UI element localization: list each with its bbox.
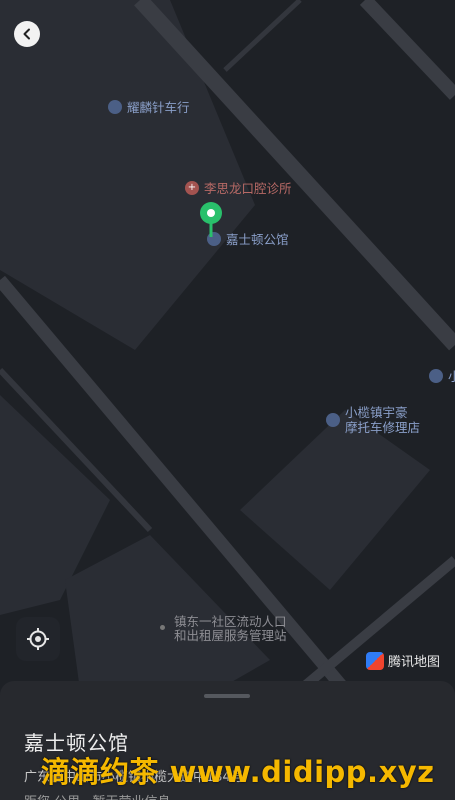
poi-label: 嘉士顿公馆: [226, 232, 289, 247]
poi-label: 耀麟针车行: [127, 100, 190, 115]
poi-label-line2: 摩托车修理店: [345, 420, 421, 435]
poi-label: 小: [448, 369, 455, 384]
car-repair-icon: [326, 413, 340, 427]
poi-label: 小榄镇宇豪 摩托车修理店: [345, 405, 420, 435]
poi-label-line1: 镇东一社区流动人口: [174, 614, 287, 629]
attribution-text: 腾讯地图: [388, 655, 441, 670]
poi-service-station[interactable]: 镇东一社区流动人口 和出租屋服务管理站: [160, 615, 287, 643]
map-attribution: 腾讯地图: [366, 651, 440, 670]
map-screen: 耀麟针车行 + 李思龙口腔诊所 嘉士顿公馆 小榄镇宇豪 摩托车修理店 镇东一社区…: [0, 0, 455, 800]
back-button[interactable]: [14, 21, 40, 47]
poi-edge[interactable]: 小: [429, 369, 455, 384]
watermark-text: 滴滴约茶 www.didipp.xyz: [41, 755, 435, 789]
poi-dental-clinic[interactable]: + 李思龙口腔诊所: [185, 181, 292, 196]
poi-label-line2: 和出租屋服务管理站: [174, 628, 287, 643]
drag-handle[interactable]: [204, 694, 250, 698]
clinic-cross-icon: +: [185, 181, 199, 195]
crosshair-icon: [27, 628, 49, 650]
locate-me-button[interactable]: [16, 617, 60, 661]
poi-motorcycle-repair[interactable]: 小榄镇宇豪 摩托车修理店: [326, 405, 420, 435]
map-canvas[interactable]: [0, 0, 455, 800]
poi-label: 李思龙口腔诊所: [204, 181, 292, 196]
car-repair-icon: [429, 369, 443, 383]
chevron-left-icon: [23, 28, 30, 40]
tencent-maps-logo-icon: [366, 651, 384, 670]
poi-label: 镇东一社区流动人口 和出租屋服务管理站: [174, 615, 287, 643]
dot-icon: [160, 625, 165, 630]
place-detail: 距您 公里 · 暂无营业信息: [24, 791, 171, 800]
car-repair-icon: [108, 100, 122, 114]
poi-yaolin-sewing-shop[interactable]: 耀麟针车行: [108, 100, 190, 115]
poi-label-line1: 小榄镇宇豪: [345, 405, 408, 420]
location-pin-icon: [199, 201, 223, 237]
